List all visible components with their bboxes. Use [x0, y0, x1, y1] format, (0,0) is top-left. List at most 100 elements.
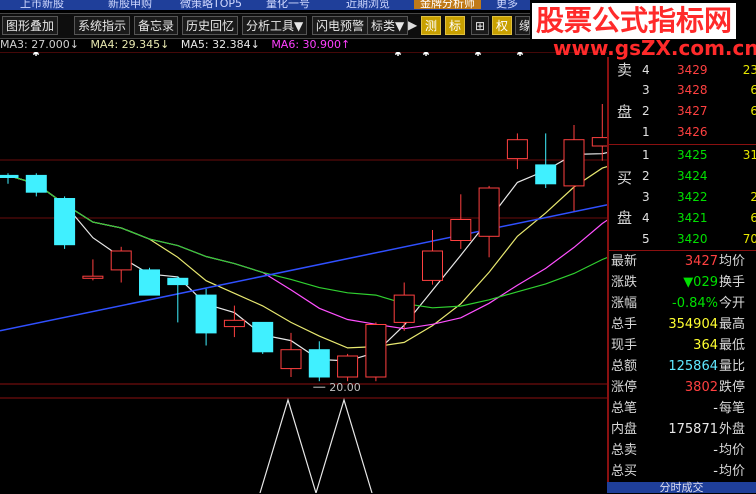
tab-more[interactable]: 更多: [496, 0, 518, 10]
watermark-title: 股票公式指标网: [532, 3, 737, 39]
stat-row: 涨幅 -0.84% 今开: [609, 294, 756, 313]
memo-button[interactable]: 备忘录: [134, 16, 179, 35]
tab-ipo-subscribe[interactable]: 新股申购: [108, 0, 152, 10]
level-volume: 6: [750, 211, 756, 225]
level-volume: 31: [742, 148, 756, 162]
stat-value: 175871: [668, 422, 718, 437]
buy-level-1[interactable]: 1 3425 31: [609, 146, 756, 165]
analysis-tools-button[interactable]: 分析工具▼: [242, 16, 308, 35]
candle-body: [223, 319, 245, 328]
level-price: 3421: [677, 211, 708, 225]
stat-row: 最新 3427 均价: [609, 252, 756, 271]
tab-new-stocks[interactable]: 上市新股: [20, 0, 64, 10]
buy-level-2[interactable]: 2 3424: [609, 167, 756, 186]
level-price: 3428: [677, 83, 708, 97]
stat-row: 内盘 175871 外盘: [609, 420, 756, 439]
level-price: 3420: [677, 232, 708, 246]
sell-level-2[interactable]: 2 3427 6: [609, 102, 756, 121]
level-num: 3: [642, 83, 650, 97]
tab-quant-one[interactable]: 量化一号: [266, 0, 310, 10]
stat-label-2: 最低: [719, 338, 746, 353]
divider: [609, 144, 756, 145]
signal-star: ✱: [516, 52, 524, 59]
stat-label-2: 跌停: [719, 380, 746, 395]
candle-body: [54, 198, 76, 246]
mark-toggle[interactable]: 标: [445, 16, 466, 35]
candle-body: [195, 294, 217, 334]
level-num: 4: [642, 211, 650, 225]
tab-analyst[interactable]: 金牌分析师: [414, 0, 481, 10]
candle-body: [110, 250, 132, 271]
candle-body: [25, 174, 47, 193]
sell-level-3[interactable]: 3 3428 6: [609, 81, 756, 100]
toolbar: 图形叠加 系统指示 备忘录 历史回忆 分析工具▼ 闪电预警 标类▼ ▶ 测 标 …: [0, 13, 530, 39]
level-num: 5: [642, 232, 650, 246]
buy-level-3[interactable]: 3 3422 2: [609, 188, 756, 207]
level-volume: 6: [750, 104, 756, 118]
stat-label: 现手: [611, 338, 638, 353]
candle-body: [450, 219, 472, 241]
tick-trades-tab[interactable]: 分时成交: [607, 482, 756, 493]
stat-row: 总卖 - 均价: [609, 441, 756, 460]
buy-level-4[interactable]: 4 3421 6: [609, 209, 756, 228]
stat-value: -: [713, 464, 718, 479]
ma5-label: MA5: 32.384↓: [180, 38, 260, 51]
indicator-line: [259, 397, 373, 493]
stat-value: -: [713, 443, 718, 458]
ma4-label: MA4: 29.345↓: [90, 38, 170, 51]
measure-toggle[interactable]: 测: [421, 16, 442, 35]
candle-body: [0, 174, 19, 179]
stat-label-2: 每笔: [719, 401, 746, 416]
level-volume: 6: [750, 83, 756, 97]
level-num: 4: [642, 63, 650, 77]
buy-level-5[interactable]: 5 3420 70: [609, 230, 756, 249]
candle-body: [252, 321, 274, 353]
level-volume: 2: [750, 190, 756, 204]
ma4-line: [7, 165, 607, 349]
stat-row: 总手 354904 最高: [609, 315, 756, 334]
weight-toggle[interactable]: 权: [492, 16, 513, 35]
sell-level-1[interactable]: 1 3426: [609, 123, 756, 142]
level-num: 3: [642, 190, 650, 204]
level-num: 2: [642, 104, 650, 118]
flash-alert-button[interactable]: 闪电预警: [312, 16, 369, 35]
sell-level-4[interactable]: 4 3429 23: [609, 61, 756, 80]
signal-star: ✱: [474, 52, 482, 59]
level-price: 3422: [677, 190, 708, 204]
level-volume: 23: [742, 63, 756, 77]
ma3-label: MA3: 27.000↓: [0, 38, 79, 51]
stat-value: 3802: [684, 380, 718, 395]
history-button[interactable]: 历史回忆: [182, 16, 239, 35]
chart-marks: 20.00 ✱ ✱ ✱ ✱ ✱: [32, 52, 524, 394]
stat-row: 总买 - 均价: [609, 462, 756, 481]
level-price: 3425: [677, 148, 708, 162]
system-indicator-button[interactable]: 系统指示: [74, 16, 131, 35]
stat-row: 总额 125864 量比: [609, 357, 756, 376]
ma-legend: MA3: 27.000↓ MA4: 29.345↓ MA5: 32.384↓ M…: [0, 38, 350, 52]
stat-label: 内盘: [611, 422, 638, 437]
tab-strategy-top5[interactable]: 微策略TOP5: [180, 0, 242, 10]
grid-icon[interactable]: ⊞: [471, 16, 490, 35]
signal-star: ✱: [394, 52, 402, 59]
more-button[interactable]: 缘: [515, 16, 530, 35]
mark-type-button[interactable]: 标类▼: [367, 16, 409, 35]
stat-label: 总笔: [611, 401, 638, 416]
candle-body: [506, 139, 528, 160]
signal-star: ✱: [422, 52, 430, 59]
tab-recent[interactable]: 近期浏览: [346, 0, 390, 10]
kline-chart[interactable]: 20.00 ✱ ✱ ✱ ✱ ✱: [0, 52, 607, 493]
candle-body: [139, 269, 160, 296]
candle-body: [82, 275, 104, 279]
divider: [609, 250, 756, 251]
candle-body: [337, 355, 359, 378]
candle-body: [535, 164, 557, 185]
play-icon[interactable]: ▶: [405, 16, 420, 35]
stat-label-2: 最高: [719, 317, 746, 332]
level-volume: 70: [742, 232, 756, 246]
stat-label: 总卖: [611, 443, 638, 458]
stat-row: 涨停 3802 跌停: [609, 378, 756, 397]
stat-label: 总手: [611, 317, 638, 332]
stat-value: 3427: [684, 254, 718, 269]
overlay-button[interactable]: 图形叠加: [2, 16, 59, 35]
level-price: 3426: [677, 125, 708, 139]
